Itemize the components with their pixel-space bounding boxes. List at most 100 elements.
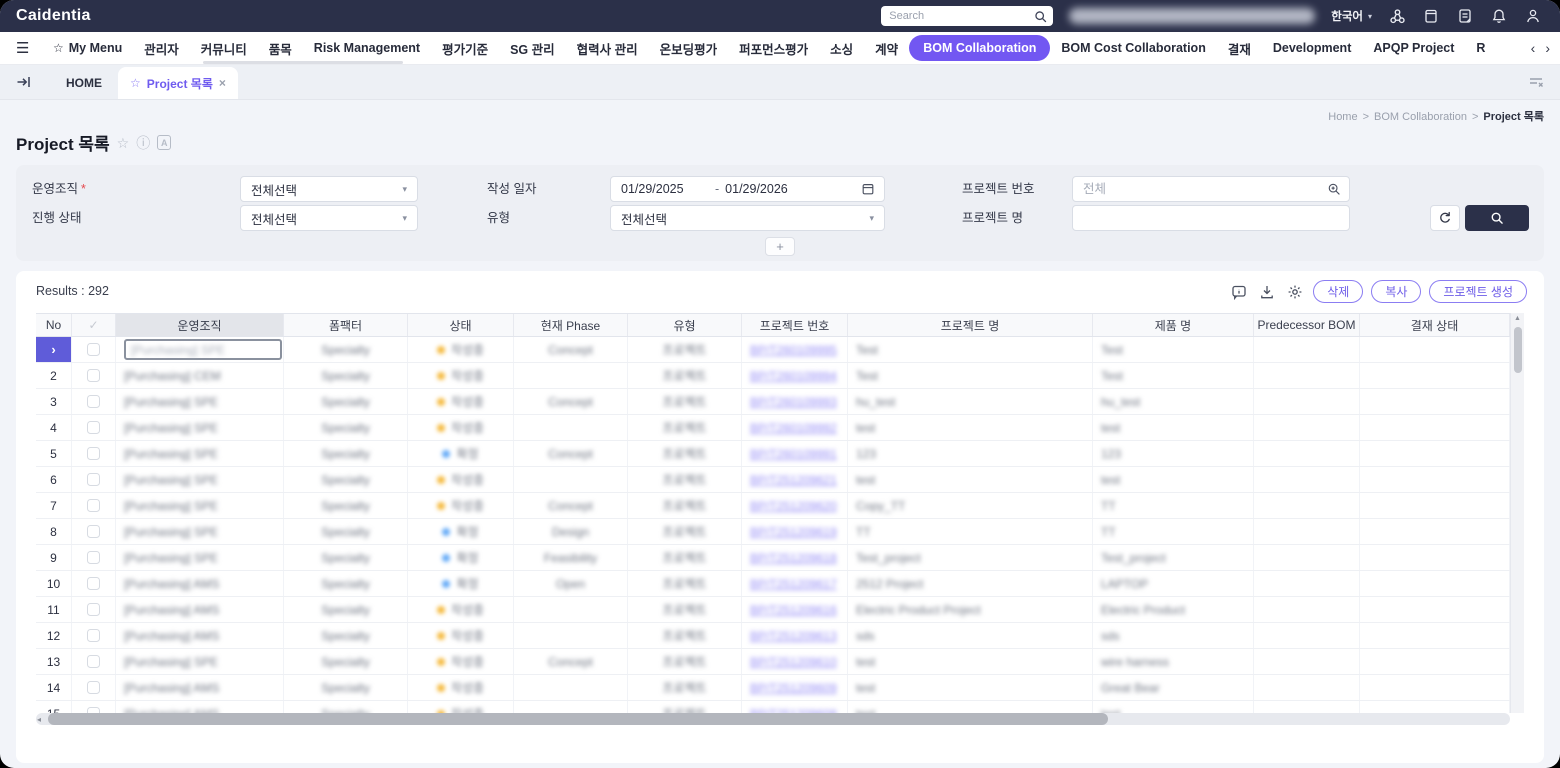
- row-checkbox[interactable]: [87, 681, 100, 694]
- language-selector[interactable]: 한국어 ▾: [1331, 8, 1372, 24]
- row-checkbox[interactable]: [87, 421, 100, 434]
- create-project-button[interactable]: 프로젝트 생성: [1429, 280, 1527, 303]
- download-icon[interactable]: [1257, 284, 1277, 300]
- table-row[interactable]: 7 [Purchasing] SPE Specialty 작성중 Concept 프로젝트…: [36, 493, 1510, 519]
- column-header-approval_status[interactable]: 결재 상태: [1360, 314, 1510, 336]
- close-all-tabs-icon[interactable]: [1528, 74, 1544, 90]
- date-to-input[interactable]: [725, 182, 814, 196]
- column-header-project_name[interactable]: 프로젝트 명: [848, 314, 1093, 336]
- hamburger-icon[interactable]: ☰: [16, 39, 42, 57]
- table-row[interactable]: 15 [Purchasing] AMSSpecialty 작성중 프로젝트 BP/T25…: [36, 701, 1510, 713]
- row-checkbox[interactable]: [87, 369, 100, 382]
- table-row[interactable]: 6 [Purchasing] SPE Specialty 작성중 프로젝트 BP/T251…: [36, 467, 1510, 493]
- project-number-link[interactable]: BP/T260109993: [750, 395, 837, 409]
- nav-item-apqp-project[interactable]: APQP Project: [1362, 36, 1465, 60]
- delete-button[interactable]: 삭제: [1313, 280, 1364, 303]
- table-row[interactable]: 8 [Purchasing] SPE Specialty 확정 Design 프로젝트 BP…: [36, 519, 1510, 545]
- nav-item-5[interactable]: 평가기준: [431, 34, 499, 63]
- row-checkbox[interactable]: [87, 499, 100, 512]
- column-header-no[interactable]: No: [36, 314, 72, 336]
- info-icon[interactable]: ⓘ: [136, 136, 150, 150]
- org-chart-icon[interactable]: [1388, 7, 1406, 25]
- project-number-link[interactable]: BP/T251209619: [750, 525, 837, 539]
- nav-item-8[interactable]: 온보딩평가: [649, 34, 729, 63]
- nav-scrollbar-thumb[interactable]: [203, 61, 403, 64]
- note-icon[interactable]: [1456, 7, 1474, 25]
- global-search-input[interactable]: [889, 10, 1035, 22]
- nav-item-10[interactable]: 소싱: [819, 34, 864, 63]
- table-row[interactable]: 2 [Purchasing] CEM Specialty 작성중 프로젝트 BP/T260…: [36, 363, 1510, 389]
- column-header-status[interactable]: 상태: [408, 314, 514, 336]
- row-checkbox[interactable]: [87, 629, 100, 642]
- project-number-link[interactable]: BP/T251209610: [750, 655, 837, 669]
- row-checkbox[interactable]: [87, 395, 100, 408]
- table-row[interactable]: 9 [Purchasing] SPE Specialty 확정 Feasibility 프…: [36, 545, 1510, 571]
- column-header-phase[interactable]: 현재 Phase: [514, 314, 628, 336]
- table-row[interactable]: 13 [Purchasing] SPE Specialty 작성중 Concept 프로젝…: [36, 649, 1510, 675]
- nav-item-2[interactable]: 커뮤니티: [190, 34, 258, 63]
- project-number-link[interactable]: BP/T251209620: [750, 499, 837, 513]
- check-all-icon[interactable]: ✓: [88, 318, 98, 332]
- copy-button[interactable]: 복사: [1371, 280, 1422, 303]
- table-row[interactable]: 14 [Purchasing] AMS Specialty 작성중 프로젝트 BP/T25…: [36, 675, 1510, 701]
- breadcrumb-item[interactable]: BOM Collaboration: [1374, 111, 1467, 123]
- table-row[interactable]: 10 [Purchasing] AMS Specialty 확정 Open 프로젝트 BP/…: [36, 571, 1510, 597]
- search-button[interactable]: [1465, 205, 1529, 231]
- collapse-sidebar-icon[interactable]: [16, 74, 32, 90]
- project-number-link[interactable]: BP/T260109992: [750, 421, 837, 435]
- tab-home[interactable]: HOME: [50, 67, 118, 99]
- vertical-scrollbar[interactable]: ▲: [1510, 313, 1524, 713]
- column-header-product_name[interactable]: 제품 명: [1093, 314, 1254, 336]
- project-number-link[interactable]: BP/T251209621: [750, 473, 837, 487]
- column-header-predecessor_bom[interactable]: Predecessor BOM: [1254, 314, 1360, 336]
- search-icon[interactable]: [1034, 10, 1047, 23]
- nav-item-bom-collaboration[interactable]: BOM Collaboration: [909, 35, 1051, 61]
- nav-item-development[interactable]: Development: [1262, 36, 1363, 60]
- table-row[interactable]: › [Purchasing] SPE Specialty 작성중 Concept 프로젝트…: [36, 337, 1510, 363]
- project-number-input[interactable]: [1073, 182, 1327, 196]
- progress-select[interactable]: 전체선택 ▾: [240, 205, 418, 231]
- row-checkbox[interactable]: [87, 603, 100, 616]
- date-range-picker[interactable]: -: [610, 176, 885, 202]
- tab-project-list[interactable]: ☆ Project 목록 ×: [118, 67, 238, 99]
- nav-item-14[interactable]: 결재: [1217, 34, 1262, 63]
- close-icon[interactable]: ×: [219, 76, 226, 90]
- project-number-link[interactable]: BP/T251209613: [750, 629, 837, 643]
- table-row[interactable]: 3 [Purchasing] SPE Specialty 작성중 Concept 프로젝트…: [36, 389, 1510, 415]
- column-header-project_no[interactable]: 프로젝트 번호: [742, 314, 848, 336]
- row-checkbox[interactable]: [87, 447, 100, 460]
- project-number-link[interactable]: BP/T251209609: [750, 681, 837, 695]
- breadcrumb-item[interactable]: Home: [1328, 111, 1357, 123]
- row-checkbox[interactable]: [87, 343, 100, 356]
- search-plus-icon[interactable]: [1327, 182, 1341, 196]
- manual-doc-icon[interactable]: A: [157, 135, 172, 150]
- project-number-link[interactable]: BP/T251209618: [750, 551, 837, 565]
- horizontal-scrollbar-thumb[interactable]: [48, 713, 1108, 725]
- nav-item-9[interactable]: 퍼포먼스평가: [728, 34, 819, 63]
- nav-item-sg[interactable]: SG 관리: [499, 34, 566, 63]
- row-checkbox[interactable]: [87, 551, 100, 564]
- bell-icon[interactable]: [1490, 7, 1508, 25]
- project-name-input[interactable]: [1073, 211, 1349, 225]
- scroll-up-arrow-icon[interactable]: ▲: [1511, 315, 1524, 322]
- row-checkbox[interactable]: [87, 525, 100, 538]
- nav-item-bom-cost-collaboration[interactable]: BOM Cost Collaboration: [1050, 36, 1216, 60]
- project-number-link[interactable]: BP/T260109994: [750, 369, 837, 383]
- row-checkbox[interactable]: [87, 473, 100, 486]
- type-select[interactable]: 전체선택 ▾: [610, 205, 885, 231]
- nav-item-1[interactable]: 관리자: [133, 34, 190, 63]
- reset-button[interactable]: [1430, 205, 1460, 231]
- calendar-icon[interactable]: [861, 182, 875, 196]
- row-checkbox[interactable]: [87, 655, 100, 668]
- nav-item-my-menu[interactable]: ☆ My Menu: [42, 36, 133, 60]
- org-select[interactable]: 전체선택 ▾: [240, 176, 418, 202]
- table-row[interactable]: 11 [Purchasing] AMS Specialty 작성중 프로젝트 BP/T25…: [36, 597, 1510, 623]
- column-header-form_factor[interactable]: 폼팩터: [284, 314, 408, 336]
- nav-item-3[interactable]: 품목: [258, 34, 303, 63]
- favorite-star-icon[interactable]: ☆: [117, 136, 130, 150]
- horizontal-scrollbar[interactable]: ◂: [36, 713, 1510, 725]
- project-number-link[interactable]: BP/T251209617: [750, 577, 837, 591]
- global-search[interactable]: [881, 6, 1054, 26]
- vertical-scrollbar-thumb[interactable]: [1514, 327, 1522, 373]
- org-cell-editor[interactable]: [Purchasing] SPE: [124, 339, 282, 360]
